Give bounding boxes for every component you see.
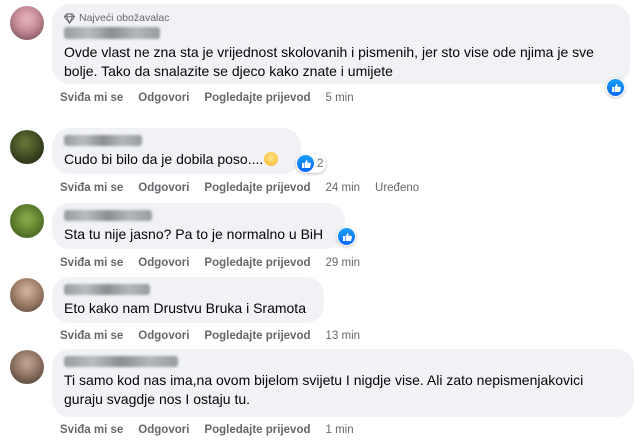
comment-text: Cudo bi bilo da je dobila poso.... bbox=[64, 150, 289, 169]
like-button[interactable]: Sviđa mi se bbox=[60, 92, 123, 104]
comment-text: Ovde vlast ne zna sta je vrijednost skol… bbox=[64, 44, 594, 79]
comment-bubble: Eto kako nam Drustvu Bruka i Sramota bbox=[52, 277, 324, 323]
reaction-count: 2 bbox=[317, 157, 324, 170]
comment-text: Eto kako nam Drustvu Bruka i Sramota bbox=[64, 300, 306, 316]
comment-text: Sta tu nije jasno? Pa to je normalno u B… bbox=[64, 226, 324, 242]
timestamp[interactable]: 13 min bbox=[326, 330, 361, 342]
comment-bubble: Cudo bi bilo da je dobila poso.... bbox=[52, 128, 301, 174]
comment-actions: Sviđa mi se Odgovori Pogledajte prijevod… bbox=[60, 92, 369, 104]
reply-button[interactable]: Odgovori bbox=[138, 182, 189, 194]
comment-actions: Sviđa mi se Odgovori Pogledajte prijevod… bbox=[60, 257, 375, 269]
like-icon bbox=[607, 79, 624, 96]
like-button[interactable]: Sviđa mi se bbox=[60, 257, 123, 269]
timestamp[interactable]: 5 min bbox=[326, 92, 354, 104]
see-translation-button[interactable]: Pogledajte prijevod bbox=[204, 424, 310, 436]
like-button[interactable]: Sviđa mi se bbox=[60, 424, 123, 436]
avatar[interactable] bbox=[10, 278, 44, 312]
author-name[interactable] bbox=[64, 356, 178, 367]
reply-button[interactable]: Odgovori bbox=[138, 330, 189, 342]
see-translation-button[interactable]: Pogledajte prijevod bbox=[204, 257, 310, 269]
top-fan-badge: Najveći obožavalac bbox=[64, 11, 618, 25]
edited-label[interactable]: Uređeno bbox=[375, 182, 419, 194]
timestamp[interactable]: 1 min bbox=[326, 424, 354, 436]
avatar[interactable] bbox=[10, 6, 44, 40]
timestamp[interactable]: 24 min bbox=[326, 182, 361, 194]
like-button[interactable]: Sviđa mi se bbox=[60, 330, 123, 342]
like-icon bbox=[338, 228, 355, 245]
avatar[interactable] bbox=[10, 350, 44, 384]
author-name[interactable] bbox=[64, 135, 142, 146]
reactions[interactable]: 2 bbox=[296, 154, 327, 173]
badge-label: Najveći obožavalac bbox=[79, 12, 170, 24]
comment-bubble: Sta tu nije jasno? Pa to je normalno u B… bbox=[52, 203, 345, 249]
avatar[interactable] bbox=[10, 130, 44, 164]
diamond-icon bbox=[64, 12, 75, 24]
like-icon bbox=[297, 155, 314, 172]
avatar[interactable] bbox=[10, 204, 44, 238]
author-name[interactable] bbox=[64, 27, 160, 39]
reply-button[interactable]: Odgovori bbox=[138, 92, 189, 104]
author-name[interactable] bbox=[64, 284, 150, 295]
comment-actions: Sviđa mi se Odgovori Pogledajte prijevod… bbox=[60, 182, 419, 194]
comment-actions: Sviđa mi se Odgovori Pogledajte prijevod… bbox=[60, 424, 369, 436]
comment-bubble: Najveći obožavalac Ovde vlast ne zna sta… bbox=[52, 4, 630, 84]
see-translation-button[interactable]: Pogledajte prijevod bbox=[204, 92, 310, 104]
reactions[interactable] bbox=[337, 227, 356, 246]
comment-text: Ti samo kod nas ima,na ovom bijelom svij… bbox=[64, 372, 584, 407]
reactions[interactable] bbox=[606, 78, 625, 97]
see-translation-button[interactable]: Pogledajte prijevod bbox=[204, 182, 310, 194]
reply-button[interactable]: Odgovori bbox=[138, 424, 189, 436]
comment-actions: Sviđa mi se Odgovori Pogledajte prijevod… bbox=[60, 330, 375, 342]
like-button[interactable]: Sviđa mi se bbox=[60, 182, 123, 194]
timestamp[interactable]: 29 min bbox=[326, 257, 361, 269]
comment-bubble: Ti samo kod nas ima,na ovom bijelom svij… bbox=[52, 349, 634, 417]
weary-emoji-icon bbox=[264, 152, 279, 166]
reply-button[interactable]: Odgovori bbox=[138, 257, 189, 269]
see-translation-button[interactable]: Pogledajte prijevod bbox=[204, 330, 310, 342]
author-name[interactable] bbox=[64, 210, 152, 221]
